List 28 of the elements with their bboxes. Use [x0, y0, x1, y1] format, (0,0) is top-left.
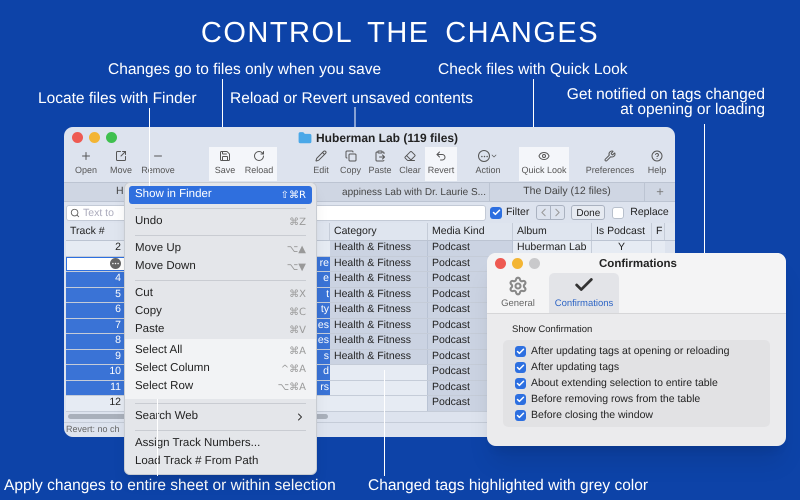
- table-cell: Health & Fitness: [330, 288, 428, 302]
- callout-text: Changed tags highlighted with grey color: [368, 476, 648, 496]
- option-label: Before removing rows from the table: [531, 392, 700, 407]
- table-cell: Health & Fitness: [330, 241, 428, 256]
- replace-label: Replace: [630, 204, 669, 220]
- callout-text: Check files with Quick Look: [438, 60, 628, 80]
- status-text: Revert: no ch: [66, 423, 120, 436]
- table-cell: Health & Fitness: [330, 318, 428, 333]
- group-title: Show Confirmation: [512, 323, 594, 337]
- table-cell: Health & Fitness: [330, 272, 428, 286]
- table-cell: Podcast: [428, 241, 513, 256]
- callout-text: Reload or Revert unsaved contents: [230, 89, 473, 109]
- option-label: Before closing the window: [531, 408, 653, 423]
- table-cell: Health & Fitness: [330, 256, 428, 271]
- table-cell: Health & Fitness: [330, 350, 428, 364]
- window-title: Huberman Lab (119 files): [316, 130, 458, 147]
- dialog-title: Confirmations: [599, 257, 677, 272]
- table-cell: Health & Fitness: [330, 303, 428, 318]
- callout-text: Apply changes to entire sheet or within selection: [4, 476, 336, 496]
- callout-text: Get notified on tags changed at opening or loading: [566, 87, 765, 117]
- table-cell: Health & Fitness: [330, 334, 428, 348]
- option-label: After updating tags: [531, 360, 620, 375]
- option-label: About extending selection to entire table: [531, 376, 718, 391]
- callout-text: Locate files with Finder: [38, 89, 197, 109]
- option-label: After updating tags at opening or reloading: [531, 344, 730, 359]
- filter-label: Filter: [506, 204, 530, 220]
- callout-text: Changes go to files only when you save: [108, 60, 382, 80]
- headline: CONTROL THE CHANGES: [200, 16, 600, 51]
